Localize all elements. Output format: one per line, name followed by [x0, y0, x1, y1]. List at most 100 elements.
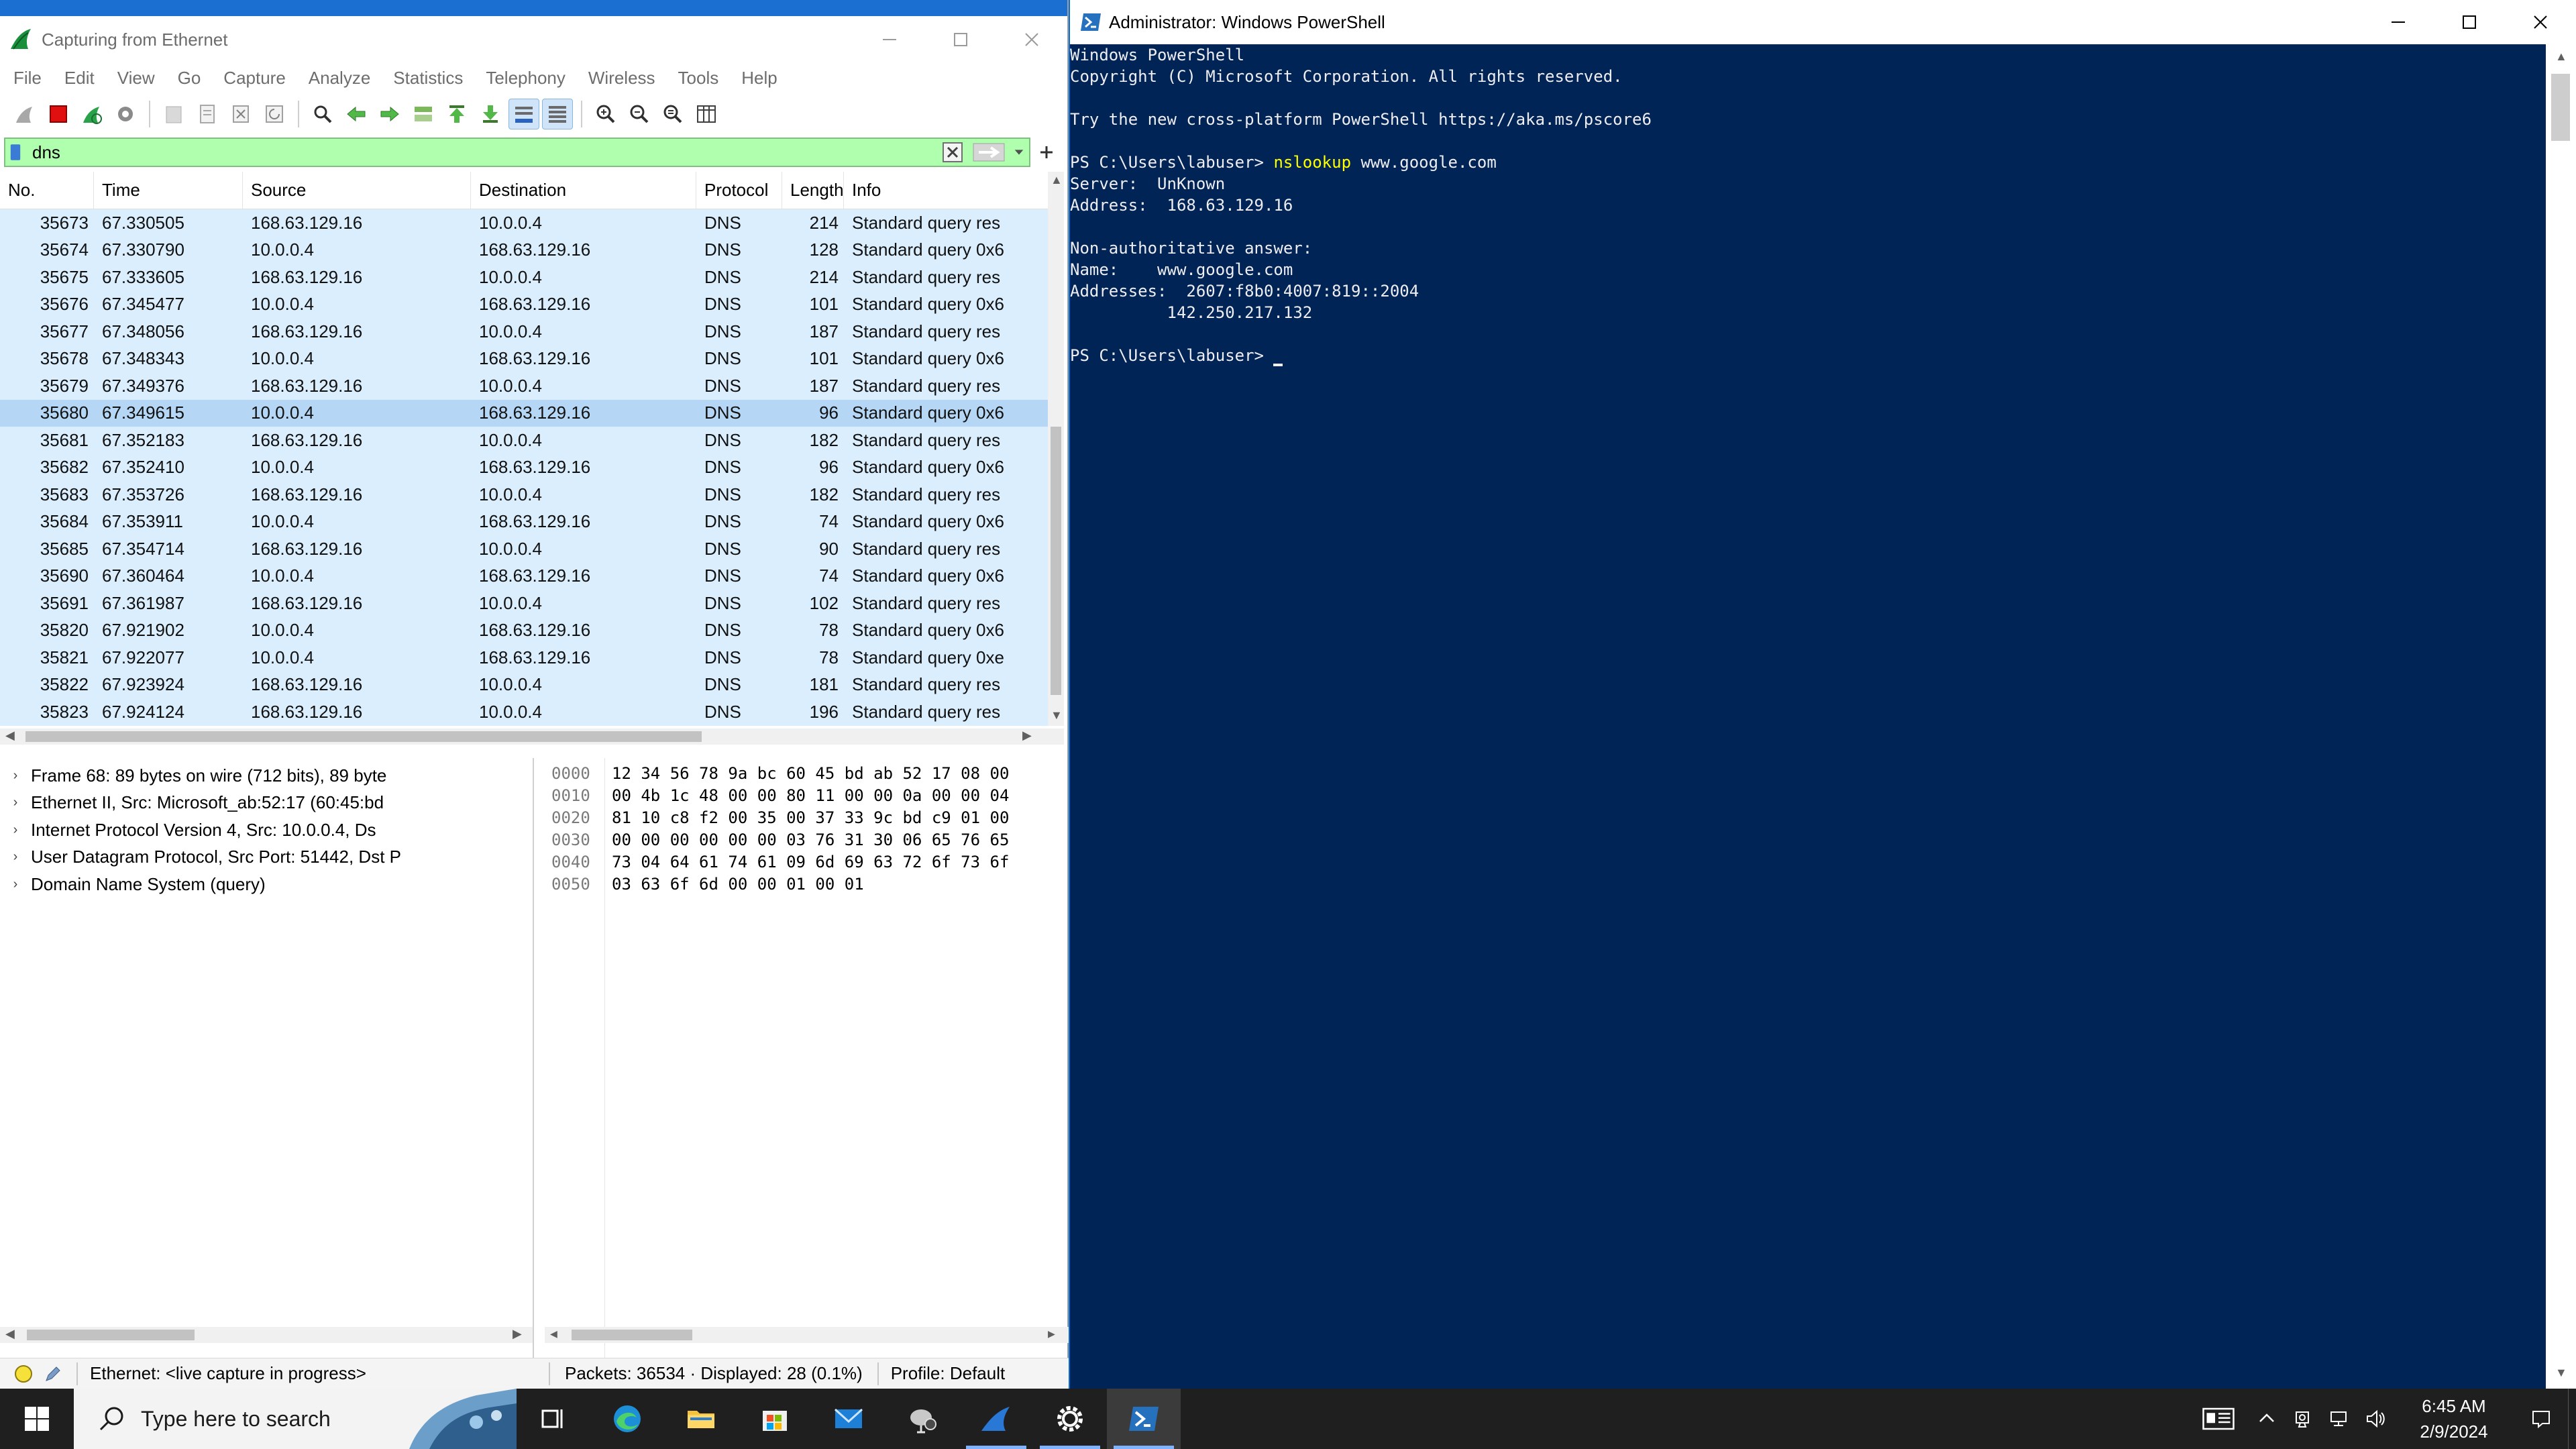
taskbar-clock[interactable]: 6:45 AM 2/9/2024 — [2394, 1393, 2514, 1444]
settings-button[interactable] — [1033, 1389, 1107, 1449]
column-length[interactable]: Length — [782, 172, 844, 209]
menu-tools[interactable]: Tools — [670, 68, 734, 89]
wireshark-taskbar-button[interactable] — [959, 1389, 1033, 1449]
start-capture-button[interactable] — [9, 99, 40, 129]
menu-statistics[interactable]: Statistics — [385, 68, 478, 89]
taskbar-search-box[interactable]: Type here to search — [74, 1389, 517, 1449]
packet-row[interactable]: 35690 67.360464 10.0.0.4 168.63.129.16 DNS 74… — [0, 562, 1064, 590]
packet-row[interactable]: 35821 67.922077 10.0.0.4 168.63.129.16 DNS 78… — [0, 644, 1064, 672]
wireshark-titlebar[interactable]: Capturing from Ethernet — [0, 16, 1067, 63]
maximize-button[interactable] — [2434, 0, 2505, 44]
first-packet-button[interactable] — [441, 99, 472, 129]
scroll-thumb[interactable] — [2551, 74, 2570, 141]
zoom-out-button[interactable] — [624, 99, 655, 129]
packet-row[interactable]: 35675 67.333605 168.63.129.16 10.0.0.4 DNS 21… — [0, 264, 1064, 291]
menu-capture[interactable]: Capture — [215, 68, 301, 89]
column-source[interactable]: Source — [243, 172, 471, 209]
capture-comment-button[interactable] — [39, 1362, 78, 1385]
bytes-row[interactable]: 0030 00 00 00 00 00 00 03 76 31 30 06 65 … — [545, 828, 1069, 851]
show-hidden-icons-button[interactable] — [2249, 1389, 2285, 1449]
expand-chevron-icon[interactable]: › — [0, 768, 31, 784]
packet-list-hscrollbar[interactable]: ◀ ▶ — [0, 729, 1064, 745]
open-file-button[interactable] — [158, 99, 189, 129]
network-tool-button[interactable] — [885, 1389, 959, 1449]
powershell-titlebar[interactable]: Administrator: Windows PowerShell — [1070, 0, 2576, 44]
packet-row[interactable]: 35691 67.361987 168.63.129.16 10.0.0.4 DNS 10… — [0, 590, 1064, 617]
resize-columns-button[interactable] — [691, 99, 722, 129]
zoom-in-button[interactable] — [590, 99, 621, 129]
minimize-button[interactable] — [2363, 0, 2434, 44]
expand-chevron-icon[interactable]: › — [0, 877, 31, 892]
save-file-button[interactable] — [192, 99, 223, 129]
reload-button[interactable] — [259, 99, 290, 129]
scroll-right-arrow[interactable]: ▶ — [1048, 1327, 1055, 1341]
normal-size-button[interactable] — [657, 99, 688, 129]
maximize-button[interactable] — [925, 16, 996, 63]
start-button[interactable] — [0, 1389, 74, 1449]
mail-button[interactable] — [812, 1389, 885, 1449]
packet-row[interactable]: 35820 67.921902 10.0.0.4 168.63.129.16 DNS 78… — [0, 616, 1064, 644]
edge-button[interactable] — [590, 1389, 664, 1449]
go-back-button[interactable] — [341, 99, 372, 129]
packet-row[interactable]: 35683 67.353726 168.63.129.16 10.0.0.4 DNS 18… — [0, 481, 1064, 508]
detail-row-ethernet[interactable]: › Ethernet II, Src: Microsoft_ab:52:17 (6… — [0, 790, 533, 817]
bytes-row[interactable]: 0040 73 04 64 61 74 61 09 6d 69 63 72 6f … — [545, 851, 1069, 873]
scroll-down-arrow[interactable]: ▼ — [2555, 1366, 2567, 1380]
scroll-left-arrow[interactable]: ◀ — [5, 729, 15, 743]
apply-filter-button[interactable] — [969, 138, 1009, 167]
packet-row[interactable]: 35673 67.330505 168.63.129.16 10.0.0.4 DNS 21… — [0, 209, 1064, 237]
packet-row[interactable]: 35682 67.352410 10.0.0.4 168.63.129.16 DNS 96… — [0, 453, 1064, 481]
volume-button[interactable] — [2357, 1389, 2394, 1449]
display-filter-field[interactable] — [4, 138, 1030, 167]
packet-row[interactable]: 35822 67.923924 168.63.129.16 10.0.0.4 DNS 18… — [0, 671, 1064, 698]
packet-row[interactable]: 35685 67.354714 168.63.129.16 10.0.0.4 DNS 90… — [0, 535, 1064, 563]
powershell-taskbar-button[interactable] — [1107, 1389, 1181, 1449]
packet-row[interactable]: 35823 67.924124 168.63.129.16 10.0.0.4 DNS 19… — [0, 698, 1064, 726]
autoscroll-button[interactable] — [508, 99, 539, 129]
capture-options-button[interactable] — [110, 99, 141, 129]
packet-row[interactable]: 35674 67.330790 10.0.0.4 168.63.129.16 DNS 12… — [0, 236, 1064, 264]
detail-row-ipv4[interactable]: › Internet Protocol Version 4, Src: 10.0.… — [0, 816, 533, 844]
meet-now-button[interactable] — [2285, 1389, 2321, 1449]
detail-row-udp[interactable]: › User Datagram Protocol, Src Port: 51442… — [0, 844, 533, 871]
file-explorer-button[interactable] — [664, 1389, 738, 1449]
details-hscrollbar[interactable]: ◀ ▶ — [0, 1327, 533, 1343]
news-widget-button[interactable] — [2188, 1389, 2249, 1449]
menu-telephony[interactable]: Telephony — [478, 68, 580, 89]
console-vscrollbar[interactable]: ▲ ▼ — [2546, 44, 2576, 1389]
find-packet-button[interactable] — [307, 99, 338, 129]
packet-row[interactable]: 35680 67.349615 10.0.0.4 168.63.129.16 DNS 96… — [0, 399, 1064, 427]
column-info[interactable]: Info — [844, 172, 1064, 209]
column-protocol[interactable]: Protocol — [696, 172, 782, 209]
packet-row[interactable]: 35678 67.348343 10.0.0.4 168.63.129.16 DNS 10… — [0, 345, 1064, 372]
menu-file[interactable]: File — [5, 68, 56, 89]
packet-row[interactable]: 35677 67.348056 168.63.129.16 10.0.0.4 DNS 18… — [0, 318, 1064, 345]
packet-row[interactable]: 35681 67.352183 168.63.129.16 10.0.0.4 DNS 18… — [0, 427, 1064, 454]
close-button[interactable] — [2505, 0, 2576, 44]
task-view-button[interactable] — [517, 1389, 590, 1449]
hscroll-thumb[interactable] — [25, 731, 702, 742]
hscroll-thumb[interactable] — [27, 1330, 195, 1340]
close-button[interactable] — [996, 16, 1067, 63]
packet-row[interactable]: 35684 67.353911 10.0.0.4 168.63.129.16 DNS 74… — [0, 508, 1064, 535]
filter-bookmark-button[interactable] — [5, 139, 25, 166]
restart-capture-button[interactable] — [76, 99, 107, 129]
scroll-right-arrow[interactable]: ▶ — [1022, 729, 1032, 743]
close-file-button[interactable] — [225, 99, 256, 129]
packet-row[interactable]: 35676 67.345477 10.0.0.4 168.63.129.16 DNS 10… — [0, 290, 1064, 318]
scroll-up-arrow[interactable]: ▲ — [1051, 173, 1063, 187]
go-forward-button[interactable] — [374, 99, 405, 129]
network-status-button[interactable] — [2321, 1389, 2357, 1449]
bytes-row[interactable]: 0000 12 34 56 78 9a bc 60 45 bd ab 52 17 … — [545, 762, 1069, 784]
menu-edit[interactable]: Edit — [56, 68, 109, 89]
show-desktop-button[interactable] — [2568, 1389, 2576, 1449]
display-filter-input[interactable] — [25, 139, 936, 166]
menu-go[interactable]: Go — [170, 68, 216, 89]
go-to-packet-button[interactable] — [408, 99, 439, 129]
bytes-row[interactable]: 0050 03 63 6f 6d 00 00 01 00 01 — [545, 873, 1069, 895]
store-button[interactable] — [738, 1389, 812, 1449]
recent-filters-dropdown[interactable] — [1009, 138, 1029, 167]
clear-filter-button[interactable] — [936, 138, 969, 167]
scroll-left-arrow[interactable]: ◀ — [5, 1327, 15, 1341]
minimize-button[interactable] — [854, 16, 925, 63]
